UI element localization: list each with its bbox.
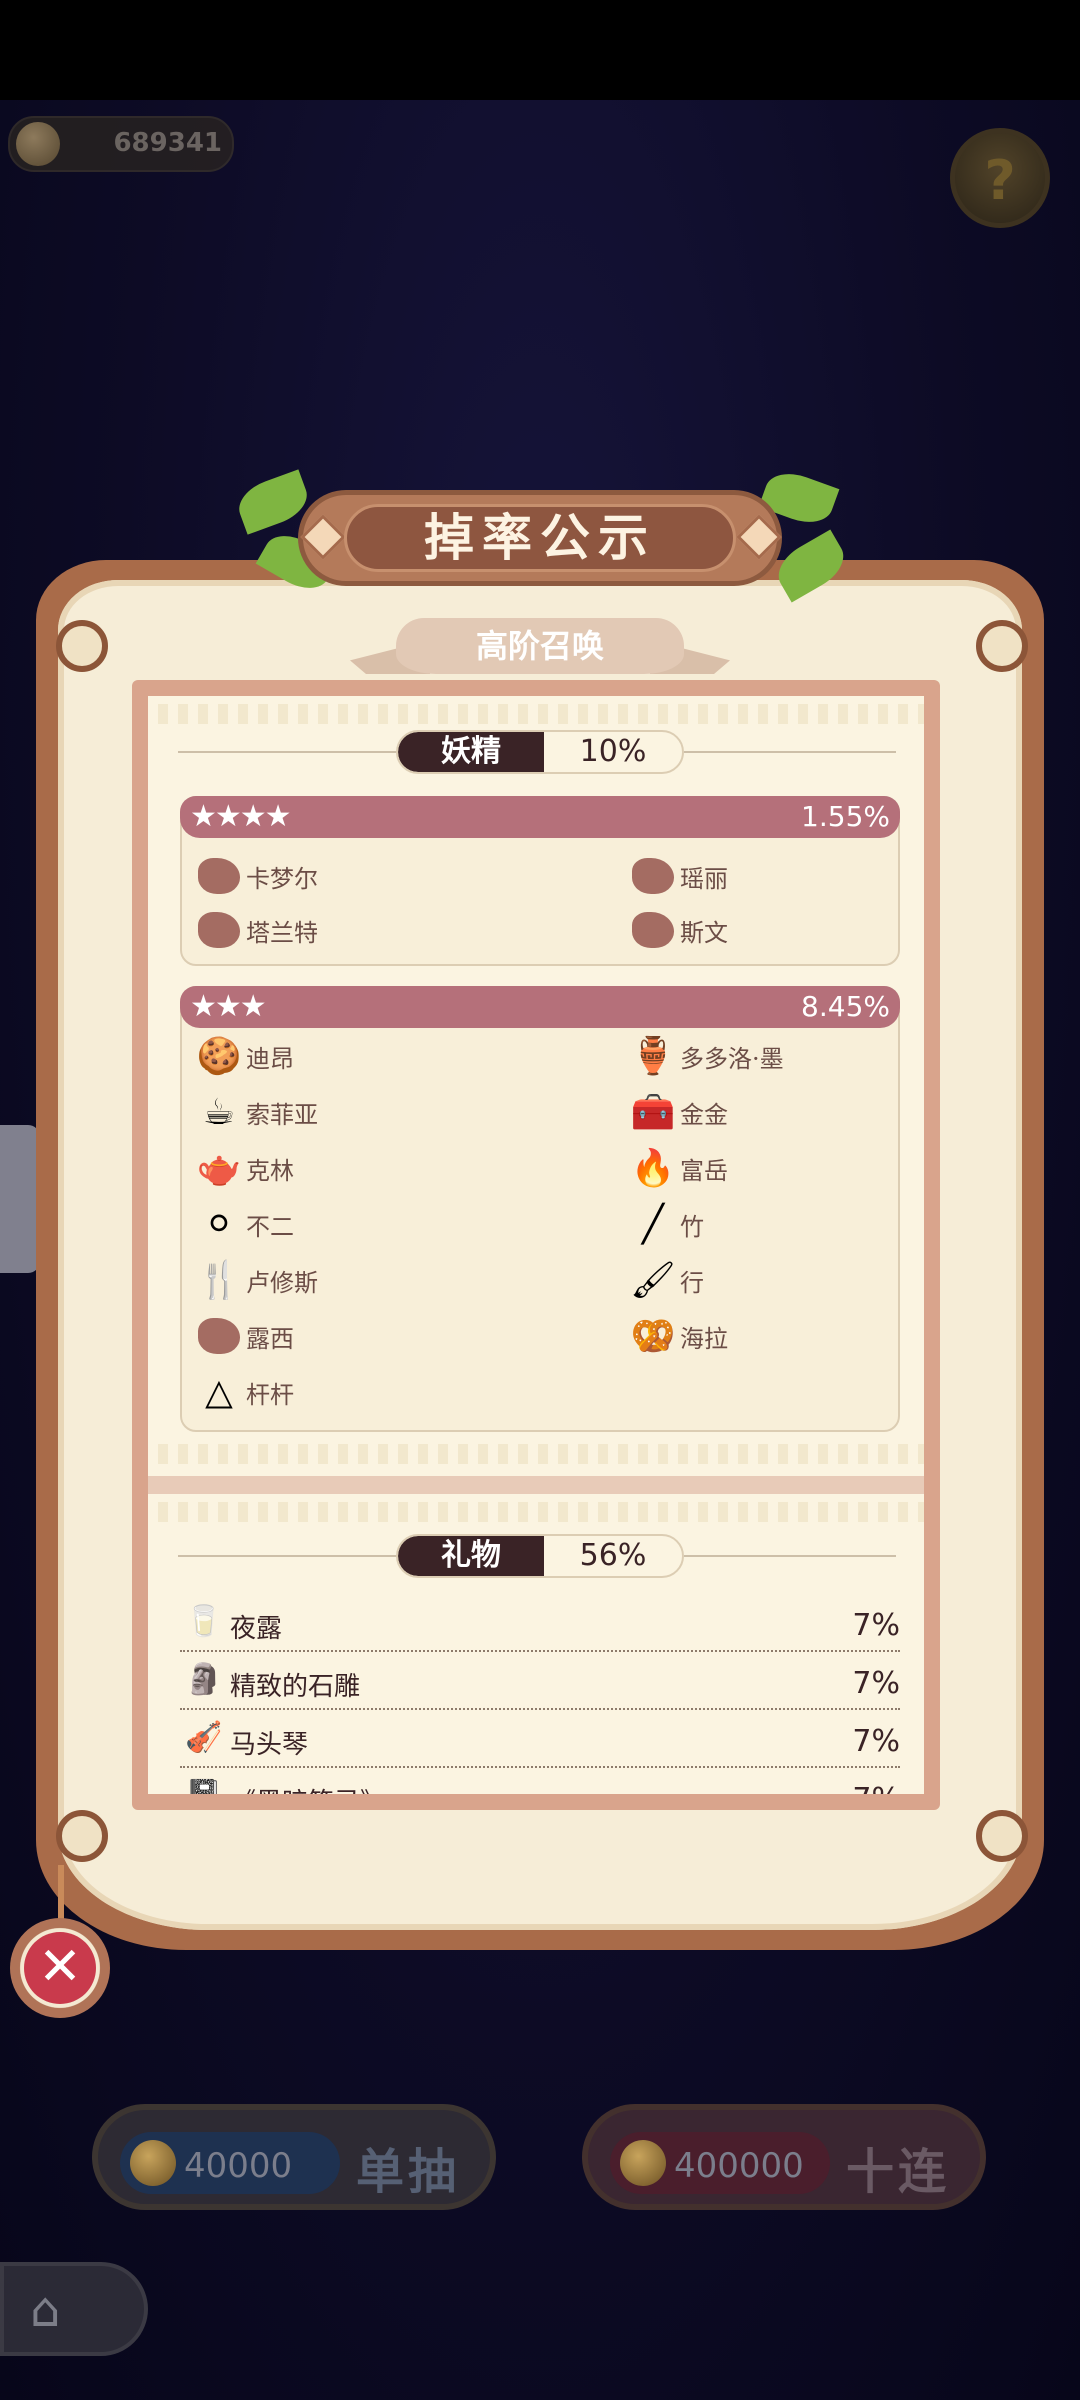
zigzag-divider bbox=[148, 1502, 924, 1522]
cookie-icon: 🍪 bbox=[196, 1036, 242, 1077]
fork-icon: 🍴 bbox=[196, 1260, 242, 1301]
cost-display: 40000 bbox=[120, 2132, 340, 2194]
category-pill: 妖精 10% bbox=[396, 730, 684, 774]
gift-section: 礼物 56% 🥛 夜露 7% 🗿 精致的石雕 7% 🎻 马头琴 7% 📓 《黑暗… bbox=[148, 1494, 924, 1794]
tier-rate: 1.55% bbox=[801, 800, 890, 833]
corner-ornament bbox=[56, 620, 108, 672]
side-tab[interactable] bbox=[0, 1125, 40, 1273]
list-item: 🧰 金金 bbox=[630, 1086, 728, 1138]
list-item: 🖌 行 bbox=[630, 1254, 704, 1306]
hanger-icon: △ bbox=[205, 1371, 233, 1413]
coin-balance: 689341 bbox=[8, 116, 234, 172]
tier-3-star: ★★★ 8.45% 🍪 迪昂 🏺 多多洛·墨 ☕ 索菲亚 🧰 金金 🫖 克林 🔥 富岳 ⚪ 不… bbox=[180, 986, 900, 1432]
tier-4-star: ★★★★ 1.55% 卡梦尔 瑶丽 塔兰特 斯文 bbox=[180, 796, 900, 966]
category-pill: 礼物 56% bbox=[396, 1534, 684, 1578]
question-icon: ? bbox=[984, 149, 1016, 212]
list-item: 🔥 富岳 bbox=[630, 1142, 728, 1194]
watering-can-icon: 🫖 bbox=[196, 1148, 242, 1189]
chest-icon: 🧰 bbox=[630, 1092, 676, 1133]
list-item: ☕ 索菲亚 bbox=[196, 1086, 318, 1138]
list-item: 露西 bbox=[196, 1310, 294, 1362]
list-item: 🏺 多多洛·墨 bbox=[630, 1030, 784, 1082]
corner-ornament bbox=[976, 1810, 1028, 1862]
coin-icon bbox=[130, 2140, 176, 2186]
section-divider bbox=[148, 1476, 924, 1494]
status-bar bbox=[0, 0, 1080, 100]
list-item: 卡梦尔 bbox=[196, 850, 318, 902]
fairy-silhouette-icon bbox=[632, 858, 674, 894]
dialog-title: 掉率公示 bbox=[344, 504, 736, 572]
ten-draw-button[interactable]: 400000 十连 bbox=[582, 2104, 986, 2210]
star-icon: ★★★★ bbox=[190, 799, 292, 834]
tier-rate: 8.45% bbox=[801, 990, 890, 1023]
close-icon: ✕ bbox=[24, 1932, 96, 2004]
statue-icon: 🗿 bbox=[185, 1662, 223, 1697]
list-item: 🍪 迪昂 bbox=[196, 1030, 294, 1082]
coin-icon bbox=[620, 2140, 666, 2186]
list-item: 斯文 bbox=[630, 904, 728, 956]
tier-header: ★★★★ 1.55% bbox=[180, 796, 900, 838]
table-row: 🗿 精致的石雕 7% bbox=[180, 1654, 900, 1710]
list-item: 瑶丽 bbox=[630, 850, 728, 902]
fairy-silhouette-icon bbox=[632, 912, 674, 948]
list-item: ⚪ 不二 bbox=[196, 1198, 294, 1250]
category-name: 妖精 bbox=[398, 732, 544, 772]
list-item: 🍴 卢修斯 bbox=[196, 1254, 318, 1306]
instrument-icon: 🎻 bbox=[185, 1720, 223, 1755]
close-button[interactable]: ✕ bbox=[10, 1918, 110, 2018]
bamboo-icon: ╱ bbox=[642, 1203, 664, 1245]
fairy-silhouette-icon bbox=[198, 858, 240, 894]
table-row: 🎻 马头琴 7% bbox=[180, 1712, 900, 1768]
list-item: 塔兰特 bbox=[196, 904, 318, 956]
corner-ornament bbox=[976, 620, 1028, 672]
list-item: ╱ 竹 bbox=[630, 1198, 704, 1250]
home-button[interactable]: ⌂ bbox=[0, 2262, 148, 2356]
gift-category-header: 礼物 56% bbox=[148, 1526, 924, 1586]
home-icon: ⌂ bbox=[30, 2282, 61, 2338]
star-icon: ★★★ bbox=[190, 989, 267, 1024]
zigzag-divider bbox=[148, 1444, 924, 1464]
list-item: 🫖 克林 bbox=[196, 1142, 294, 1194]
corner-ornament bbox=[56, 1810, 108, 1862]
fairy-category-header: 妖精 10% bbox=[148, 722, 924, 782]
rate-list-scroll[interactable]: 妖精 10% ★★★★ 1.55% 卡梦尔 瑶丽 塔兰特 斯文 ★★★ 8.45… bbox=[148, 696, 924, 1794]
table-row: 📓 《黑暗笔录》 7% bbox=[180, 1770, 900, 1794]
fairy-section: 妖精 10% ★★★★ 1.55% 卡梦尔 瑶丽 塔兰特 斯文 ★★★ 8.45… bbox=[148, 696, 924, 1476]
list-item: 🥨 海拉 bbox=[630, 1310, 728, 1362]
zigzag-divider bbox=[148, 704, 924, 724]
teacup-icon: ☕ bbox=[202, 1091, 236, 1133]
torch-icon: 🔥 bbox=[630, 1148, 676, 1189]
table-row: 🥛 夜露 7% bbox=[180, 1596, 900, 1652]
pot-icon: 🏺 bbox=[630, 1036, 676, 1077]
pretzel-icon: 🥨 bbox=[630, 1316, 676, 1357]
category-rate: 56% bbox=[579, 1538, 647, 1573]
fairy-silhouette-icon bbox=[198, 912, 240, 948]
category-name: 礼物 bbox=[398, 1536, 544, 1576]
fairy-silhouette-icon bbox=[198, 1318, 240, 1354]
cup-icon: 🥛 bbox=[185, 1604, 223, 1639]
snowball-icon: ⚪ bbox=[203, 1203, 235, 1245]
cost-display: 400000 bbox=[610, 2132, 830, 2194]
single-draw-button[interactable]: 40000 单抽 bbox=[92, 2104, 496, 2210]
dialog-subtitle: 高阶召唤 bbox=[396, 618, 684, 674]
coin-balance-value: 689341 bbox=[113, 128, 222, 158]
list-item: △ 杆杆 bbox=[196, 1366, 294, 1418]
close-rope bbox=[58, 1865, 64, 1925]
help-button[interactable]: ? bbox=[950, 128, 1050, 228]
tier-header: ★★★ 8.45% bbox=[180, 986, 900, 1028]
category-rate: 10% bbox=[579, 734, 647, 769]
brush-icon: 🖌 bbox=[630, 1260, 676, 1301]
book-icon: 📓 bbox=[184, 1776, 224, 1794]
